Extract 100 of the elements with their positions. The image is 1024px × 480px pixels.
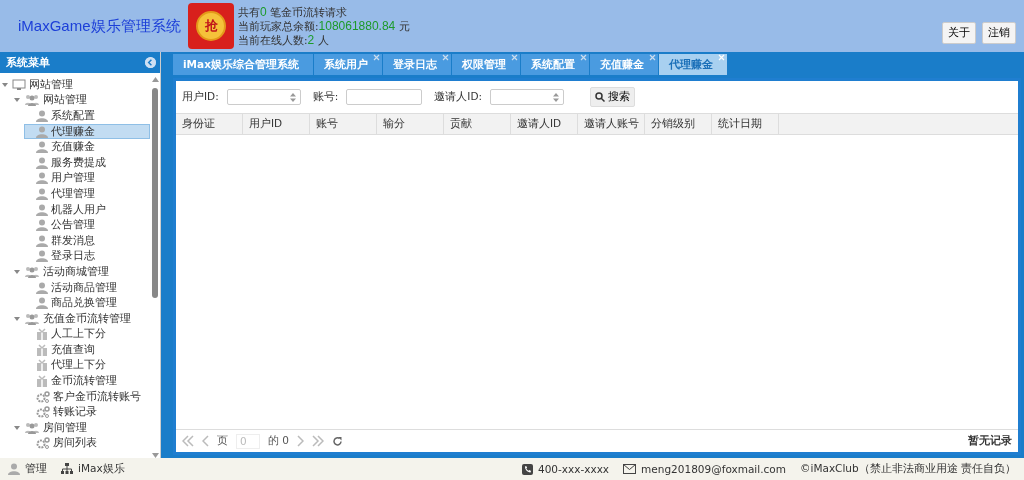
- tree-item[interactable]: 登录日志: [24, 248, 150, 265]
- scroll-down-icon[interactable]: [151, 453, 159, 458]
- gears-icon: [36, 406, 50, 419]
- tree-item[interactable]: 商品兑换管理: [24, 295, 150, 311]
- stat-line: 共有0 笔金币流转请求: [238, 5, 349, 19]
- column-header[interactable]: 贡献: [444, 114, 511, 134]
- tree-item[interactable]: 代理管理: [24, 186, 150, 202]
- tree-item[interactable]: 人工上下分: [24, 326, 150, 343]
- tree-item[interactable]: 网站管理: [12, 92, 150, 109]
- user-icon: [8, 463, 20, 475]
- user-icon: [36, 219, 48, 232]
- filter-label: 用户ID:: [182, 90, 219, 104]
- close-icon[interactable]: [648, 54, 656, 61]
- user-icon: [36, 297, 48, 310]
- column-header[interactable]: 账号: [310, 114, 377, 134]
- search-button[interactable]: 搜索: [590, 87, 635, 107]
- first-page-icon[interactable]: [182, 435, 194, 447]
- user-icon: [36, 110, 48, 122]
- gears-icon: [36, 390, 50, 403]
- scroll-up-icon[interactable]: [151, 77, 159, 82]
- column-header[interactable]: 统计日期: [712, 114, 779, 134]
- users-icon: [24, 421, 40, 434]
- phone-icon: [521, 463, 533, 475]
- users-icon: [24, 94, 40, 107]
- tree-item[interactable]: 金币流转管理: [24, 373, 150, 389]
- gift-icon: [36, 328, 48, 341]
- collapse-icon[interactable]: [145, 57, 156, 68]
- expanded-icon[interactable]: [13, 267, 21, 276]
- column-header[interactable]: 用户ID: [243, 114, 310, 134]
- sitemap-icon: [61, 463, 73, 475]
- footer-item[interactable]: 管理: [25, 462, 47, 476]
- expanded-icon[interactable]: [1, 80, 9, 89]
- header-button[interactable]: 注销: [982, 22, 1016, 44]
- tree-item[interactable]: 房间管理: [12, 420, 150, 436]
- tree-item[interactable]: 用户管理: [24, 170, 150, 187]
- close-icon[interactable]: [579, 54, 587, 61]
- stat-line: 当前玩家总余额:108061880.84 元: [238, 19, 410, 33]
- user-icon: [36, 203, 48, 216]
- tree-item[interactable]: 公告管理: [24, 217, 150, 233]
- close-icon[interactable]: [510, 54, 518, 61]
- tree-item[interactable]: 活动商品管理: [24, 279, 150, 296]
- page-count: 的 0: [268, 434, 290, 448]
- column-header[interactable]: 身份证: [176, 114, 243, 134]
- empty-status: 暂无记录: [968, 434, 1012, 448]
- tree-item[interactable]: 机器人用户: [24, 201, 150, 218]
- user-icon: [36, 187, 48, 200]
- tree-item[interactable]: 充值赚金: [24, 139, 150, 155]
- input-field[interactable]: [346, 89, 423, 105]
- next-page-icon[interactable]: [297, 435, 305, 447]
- tree-item[interactable]: 网站管理: [0, 77, 150, 93]
- filter-label: 账号:: [312, 90, 339, 104]
- user-icon: [36, 125, 48, 138]
- tree-item[interactable]: 充值金币流转管理: [12, 310, 150, 327]
- close-icon[interactable]: [441, 54, 449, 61]
- expanded-icon[interactable]: [13, 314, 21, 323]
- tree-item[interactable]: 客户金币流转账号: [24, 388, 150, 405]
- search-icon: [595, 92, 605, 102]
- user-icon: [36, 172, 48, 185]
- user-icon: [36, 141, 48, 154]
- previous-page-icon[interactable]: [202, 435, 209, 447]
- gift-icon: [36, 375, 48, 388]
- last-page-icon[interactable]: [312, 435, 325, 447]
- tree-item[interactable]: 群发消息: [24, 232, 150, 249]
- column-header[interactable]: 邀请人ID: [511, 114, 578, 134]
- stat-line: 当前在线人数:2 人: [238, 33, 330, 47]
- footer-text: 400-xxx-xxxx: [537, 463, 610, 475]
- user-icon: [36, 250, 48, 263]
- tree-item[interactable]: 转账记录: [24, 404, 150, 421]
- tree-item[interactable]: 房间列表: [24, 435, 150, 452]
- column-header[interactable]: 分销级别: [645, 114, 712, 134]
- footer-text: ©iMaxClub（禁止非法商业用途 责任自负）: [799, 462, 1016, 476]
- refresh-icon[interactable]: [332, 435, 344, 447]
- spinner-arrows-icon[interactable]: [553, 92, 559, 102]
- expanded-icon[interactable]: [13, 423, 21, 432]
- spinner-field[interactable]: [490, 89, 564, 105]
- gift-icon: [36, 343, 48, 356]
- user-icon: [36, 156, 48, 169]
- sidebar-title: 系统菜单: [6, 55, 50, 70]
- users-icon: [24, 312, 40, 325]
- footer-text: meng201809@foxmail.com: [641, 463, 786, 475]
- gift-icon: [36, 359, 48, 372]
- footer-item[interactable]: iMax娱乐: [78, 462, 125, 476]
- app-title: iMaxGame娱乐管理系统: [18, 16, 182, 36]
- gears-icon: [36, 437, 50, 450]
- tree-item[interactable]: 活动商城管理: [12, 264, 150, 280]
- tree-item[interactable]: 系统配置: [24, 108, 150, 124]
- tree-item[interactable]: 代理赚金: [24, 123, 150, 140]
- spinner-arrows-icon[interactable]: [289, 92, 296, 102]
- tree-item[interactable]: 充值查询: [24, 342, 150, 358]
- column-header[interactable]: 邀请人账号: [578, 114, 645, 134]
- mail-icon: [623, 464, 637, 474]
- page-label: 页: [217, 434, 228, 448]
- tree-item[interactable]: 代理上下分: [24, 357, 150, 374]
- tree-item[interactable]: 服务费提成: [24, 154, 150, 171]
- header-button[interactable]: 关于: [942, 22, 976, 44]
- filter-label: 邀请人ID:: [434, 90, 482, 104]
- user-icon: [36, 281, 48, 294]
- column-header[interactable]: 输分: [377, 114, 444, 134]
- close-icon[interactable]: [372, 54, 380, 61]
- spinner-field[interactable]: [226, 89, 301, 105]
